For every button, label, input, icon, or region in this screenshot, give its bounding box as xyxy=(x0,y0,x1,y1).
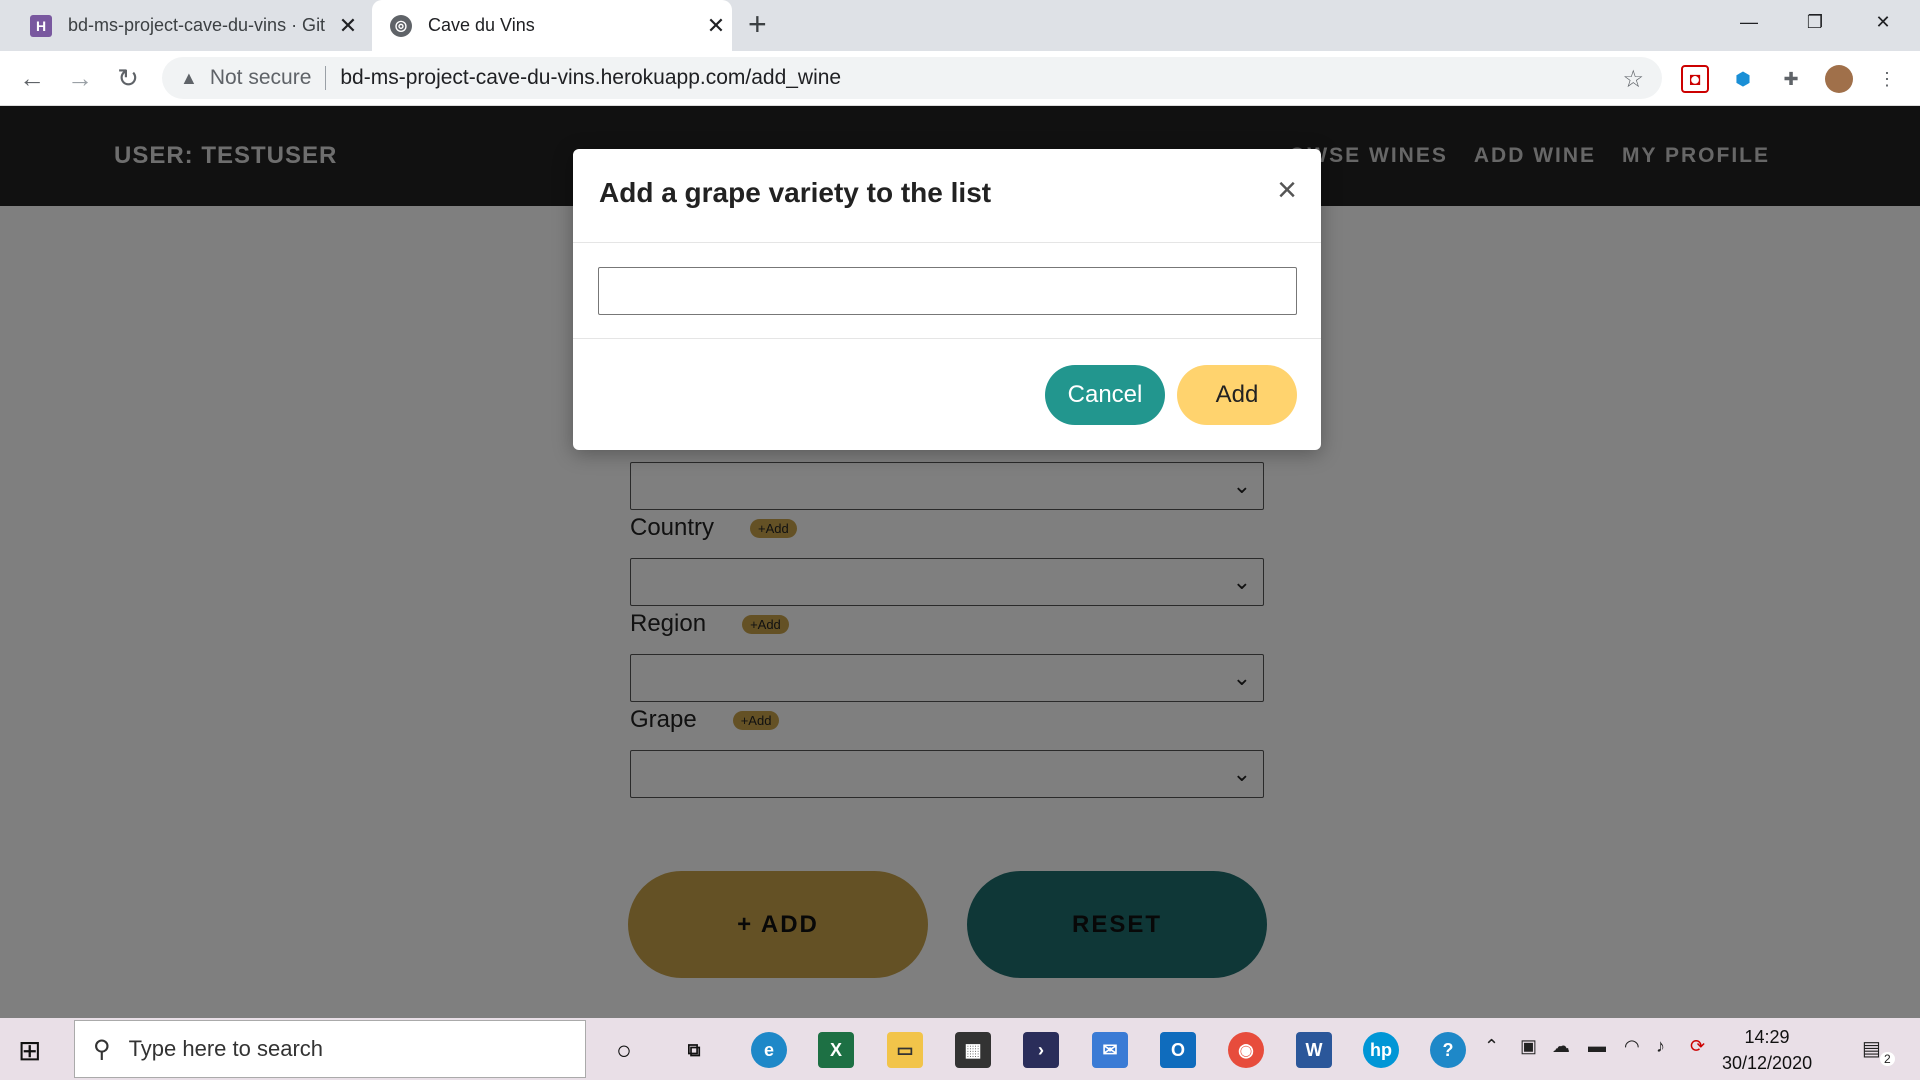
tab-cave-du-vins[interactable]: ◎ Cave du Vins ✕ xyxy=(372,0,732,51)
close-tab-icon[interactable]: ✕ xyxy=(700,13,732,39)
tab-github[interactable]: H bd-ms-project-cave-du-vins · Git ✕ xyxy=(18,0,364,51)
windows-taskbar: ⊞ ⚲ Type here to search ○ ⧉ e X ▭ ▦ › ✉ … xyxy=(0,1018,1920,1080)
help-icon[interactable]: ? xyxy=(1430,1032,1466,1068)
globe-icon: ◎ xyxy=(390,14,412,37)
notification-center-icon[interactable]: ▤ xyxy=(1862,1036,1881,1061)
wifi-icon[interactable]: ◠ xyxy=(1624,1036,1640,1057)
minimize-icon[interactable]: — xyxy=(1716,0,1782,44)
task-view-icon[interactable]: ⧉ xyxy=(676,1032,712,1068)
powershell-icon[interactable]: › xyxy=(1023,1032,1059,1068)
reload-icon[interactable]: ↻ xyxy=(110,60,146,96)
word-icon[interactable]: W xyxy=(1296,1032,1332,1068)
clock-date: 30/12/2020 xyxy=(1722,1053,1813,1073)
search-placeholder: Type here to search xyxy=(128,1036,324,1061)
cortana-icon[interactable]: ○ xyxy=(606,1032,642,1068)
modal-title: Add a grape variety to the list xyxy=(599,177,992,208)
modal-body xyxy=(573,243,1321,339)
edge-icon[interactable]: e xyxy=(751,1032,787,1068)
bookmark-star-icon[interactable]: ☆ xyxy=(1622,65,1644,94)
new-tab-icon[interactable]: + xyxy=(748,8,767,40)
excel-icon[interactable]: X xyxy=(818,1032,854,1068)
profile-avatar[interactable] xyxy=(1825,65,1853,93)
address-bar[interactable]: ▲ Not secure bd-ms-project-cave-du-vins.… xyxy=(162,57,1662,99)
windows-start-icon[interactable]: ⊞ xyxy=(18,1034,41,1067)
mail-icon[interactable]: ✉ xyxy=(1092,1032,1128,1068)
close-icon[interactable]: × xyxy=(1277,171,1297,210)
cancel-button[interactable]: Cancel xyxy=(1045,365,1165,425)
add-button[interactable]: Add xyxy=(1177,365,1297,425)
extension-icon[interactable]: ⬢ xyxy=(1729,65,1757,93)
browser-tab-strip: H bd-ms-project-cave-du-vins · Git ✕ ◎ C… xyxy=(0,0,1920,51)
taskbar-clock[interactable]: 14:29 30/12/2020 xyxy=(1722,1024,1812,1076)
tab-title: bd-ms-project-cave-du-vins · Git xyxy=(68,15,326,35)
back-icon[interactable]: ← xyxy=(14,60,50,96)
add-grape-modal: Add a grape variety to the list × Cancel… xyxy=(573,149,1321,450)
volume-icon[interactable]: ♪ xyxy=(1656,1036,1665,1057)
close-window-icon[interactable]: ✕ xyxy=(1850,0,1916,44)
update-icon[interactable]: ⟳ xyxy=(1690,1036,1705,1057)
meet-now-icon[interactable]: ▣ xyxy=(1520,1036,1537,1057)
taskbar-search[interactable]: ⚲ Type here to search xyxy=(74,1020,586,1078)
battery-icon[interactable]: ▬ xyxy=(1588,1036,1606,1057)
forward-icon[interactable]: → xyxy=(62,60,98,96)
tray-chevron-up-icon[interactable]: ⌃ xyxy=(1484,1036,1499,1057)
modal-header: Add a grape variety to the list × xyxy=(573,149,1321,243)
modal-footer: Cancel Add xyxy=(573,339,1321,449)
warning-icon: ▲ xyxy=(180,67,198,88)
pocket-extension-icon[interactable]: ◘ xyxy=(1681,65,1709,93)
notification-badge: 2 xyxy=(1880,1052,1895,1066)
restore-icon[interactable]: ❐ xyxy=(1782,0,1848,44)
chrome-icon[interactable]: ◉ xyxy=(1228,1032,1264,1068)
menu-kebab-icon[interactable]: ⋮ xyxy=(1873,65,1901,93)
extensions-puzzle-icon[interactable]: ✚ xyxy=(1777,65,1805,93)
tab-title: Cave du Vins xyxy=(428,15,535,35)
hp-icon[interactable]: hp xyxy=(1363,1032,1399,1068)
url-text: bd-ms-project-cave-du-vins.herokuapp.com… xyxy=(340,66,842,89)
file-explorer-icon[interactable]: ▭ xyxy=(887,1032,923,1068)
close-tab-icon[interactable]: ✕ xyxy=(332,13,364,39)
onedrive-icon[interactable]: ☁ xyxy=(1552,1036,1570,1057)
clock-time: 14:29 xyxy=(1744,1027,1790,1047)
outlook-icon[interactable]: O xyxy=(1160,1032,1196,1068)
search-icon: ⚲ xyxy=(93,1035,111,1063)
heroku-icon: H xyxy=(30,14,52,37)
grape-name-input[interactable] xyxy=(598,267,1297,315)
divider xyxy=(325,66,327,90)
store-icon[interactable]: ▦ xyxy=(955,1032,991,1068)
browser-toolbar: ← → ↻ ▲ Not secure bd-ms-project-cave-du… xyxy=(0,51,1920,106)
security-label: Not secure xyxy=(209,66,312,89)
